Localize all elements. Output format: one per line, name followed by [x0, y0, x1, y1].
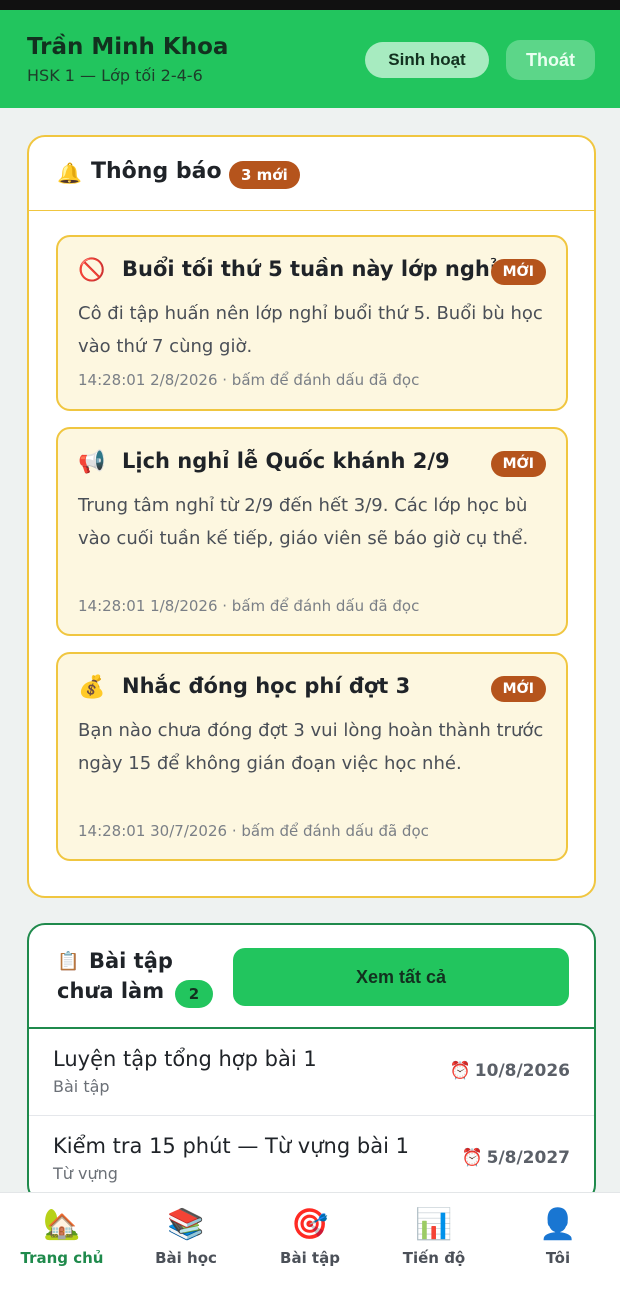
notification-title: Buổi tối thứ 5 tuần này lớp nghỉ — [122, 257, 498, 281]
tab-label: Tiến độ — [402, 1249, 466, 1267]
notification-title: Nhắc đóng học phí đợt 3 — [122, 674, 411, 698]
house-icon: 🏡 — [43, 1207, 81, 1242]
due-date-text: 10/8/2026 — [474, 1061, 570, 1081]
alarm-clock-icon: ⏰ — [449, 1061, 471, 1081]
new-badge: MỚI — [490, 451, 546, 477]
notification-item[interactable]: 📢 Lịch nghỉ lễ Quốc khánh 2/9 MỚI Trung … — [56, 427, 568, 636]
notification-meta: 14:28:01 2/8/2026 · bấm để đánh dấu đã đ… — [78, 371, 420, 389]
due-date-text: 5/8/2027 — [486, 1148, 570, 1168]
status-bar — [0, 0, 620, 10]
tab-label: Tôi — [545, 1249, 571, 1267]
due-date: ⏰ 10/8/2026 — [450, 1061, 570, 1081]
new-badge: MỚI — [490, 259, 546, 285]
tab-label: Bài học — [155, 1249, 217, 1267]
tab-label: Trang chủ — [20, 1249, 104, 1267]
tab-profile[interactable]: 👤 Tôi — [496, 1193, 620, 1290]
user-icon: 👤 — [539, 1207, 577, 1242]
new-badge: MỚI — [490, 676, 546, 702]
notification-title: Lịch nghỉ lễ Quốc khánh 2/9 — [122, 449, 450, 473]
homework-row[interactable]: Luyện tập tổng hợp bài 1 Bài tập ⏰ 10/8/2… — [29, 1029, 594, 1115]
megaphone-icon: 📢 — [78, 450, 106, 475]
class-name: HSK 1 — Lớp tối 2-4-6 — [27, 66, 203, 85]
homework-item-type: Bài tập — [53, 1077, 110, 1096]
tab-home[interactable]: 🏡 Trang chủ — [0, 1193, 124, 1290]
user-name: Trần Minh Khoa — [27, 34, 229, 60]
notifications-header: 🔔 Thông báo 3 mới — [29, 137, 594, 211]
notification-item[interactable]: 💰 Nhắc đóng học phí đợt 3 MỚI Bạn nào ch… — [56, 652, 568, 861]
notifications-title: Thông báo — [91, 159, 222, 184]
logout-button[interactable]: Thoát — [506, 40, 595, 80]
tab-lessons[interactable]: 📚 Bài học — [124, 1193, 248, 1290]
notification-body: Cô đi tập huấn nên lớp nghỉ buổi thứ 5. … — [78, 303, 543, 357]
notification-meta: 14:28:01 30/7/2026 · bấm để đánh dấu đã … — [78, 822, 429, 840]
bottom-tab-bar: 🏡 Trang chủ 📚 Bài học 🎯 Bài tập 📊 Tiến đ… — [0, 1192, 620, 1290]
new-count-badge: 3 mới — [229, 161, 300, 189]
homework-item-title: Luyện tập tổng hợp bài 1 — [53, 1047, 317, 1071]
homework-title-line2: chưa làm — [57, 979, 165, 1003]
tab-exercises[interactable]: 🎯 Bài tập — [248, 1193, 372, 1290]
homework-card: 📋 Bài tập chưa làm 2 Xem tất cả Luyện tậ… — [27, 923, 596, 1203]
notifications-card: 🔔 Thông báo 3 mới 🚫 Buổi tối thứ 5 tuần … — [27, 135, 596, 898]
notification-body: Bạn nào chưa đóng đợt 3 vui lòng hoàn th… — [78, 720, 544, 774]
tab-progress[interactable]: 📊 Tiến độ — [372, 1193, 496, 1290]
bell-icon: 🔔 — [57, 161, 82, 185]
activity-button[interactable]: Sinh hoạt — [365, 42, 489, 78]
view-all-button[interactable]: Xem tất cả — [233, 948, 569, 1006]
bar-chart-icon: 📊 — [415, 1207, 453, 1242]
notification-meta: 14:28:01 1/8/2026 · bấm để đánh dấu đã đ… — [78, 597, 420, 615]
due-date: ⏰ 5/8/2027 — [461, 1148, 570, 1168]
homework-row[interactable]: Kiểm tra 15 phút — Từ vựng bài 1 Từ vựng… — [29, 1115, 594, 1201]
money-bag-icon: 💰 — [78, 675, 106, 700]
notification-body: Trung tâm nghỉ từ 2/9 đến hết 3/9. Các l… — [78, 495, 529, 549]
notification-item[interactable]: 🚫 Buổi tối thứ 5 tuần này lớp nghỉ MỚI C… — [56, 235, 568, 411]
homework-title: Bài tập — [89, 949, 173, 973]
app-header: Trần Minh Khoa HSK 1 — Lớp tối 2-4-6 Sin… — [0, 10, 620, 108]
books-icon: 📚 — [167, 1207, 205, 1242]
alarm-clock-icon: ⏰ — [461, 1148, 483, 1168]
homework-count-badge: 2 — [175, 980, 213, 1008]
homework-item-type: Từ vựng — [53, 1164, 118, 1183]
no-entry-icon: 🚫 — [78, 258, 106, 283]
clipboard-icon: 📋 — [57, 951, 80, 972]
tab-label: Bài tập — [280, 1249, 340, 1267]
homework-item-title: Kiểm tra 15 phút — Từ vựng bài 1 — [53, 1134, 409, 1158]
target-icon: 🎯 — [291, 1207, 329, 1242]
